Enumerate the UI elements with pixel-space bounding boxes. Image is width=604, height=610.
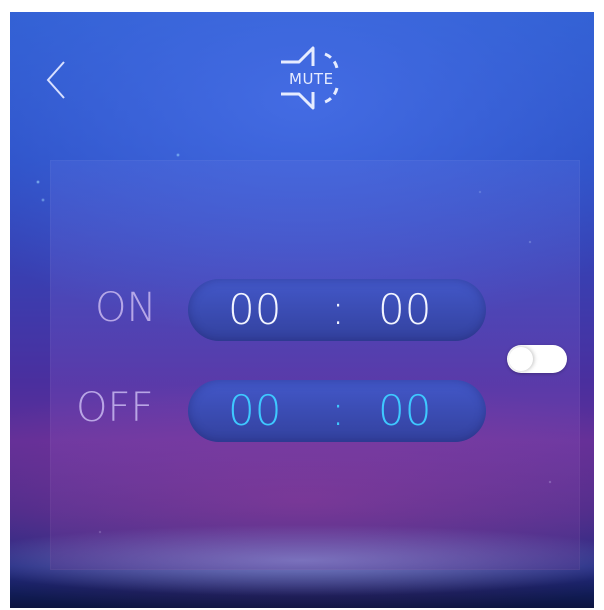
app-screen: MUTE ON 00 : 00 OFF 00 : 00 — [10, 12, 594, 608]
off-minute[interactable]: 00 — [378, 386, 431, 436]
toggle-knob[interactable] — [509, 347, 533, 371]
schedule-toggle[interactable] — [507, 345, 567, 373]
schedule-panel — [50, 160, 580, 570]
on-time-picker[interactable]: 00 : 00 — [188, 279, 486, 341]
on-hour[interactable]: 00 — [228, 285, 281, 335]
off-time-picker[interactable]: 00 : 00 — [188, 380, 486, 442]
chevron-left-icon — [46, 61, 65, 99]
on-minute[interactable]: 00 — [378, 285, 431, 335]
back-button[interactable] — [40, 58, 74, 102]
off-hour[interactable]: 00 — [228, 386, 281, 436]
mute-button[interactable]: MUTE — [275, 42, 355, 114]
on-time-separator: : — [331, 285, 346, 334]
off-time-separator: : — [331, 386, 346, 435]
off-label: OFF — [76, 385, 154, 431]
mute-label: MUTE — [289, 70, 334, 88]
on-label: ON — [95, 285, 157, 331]
